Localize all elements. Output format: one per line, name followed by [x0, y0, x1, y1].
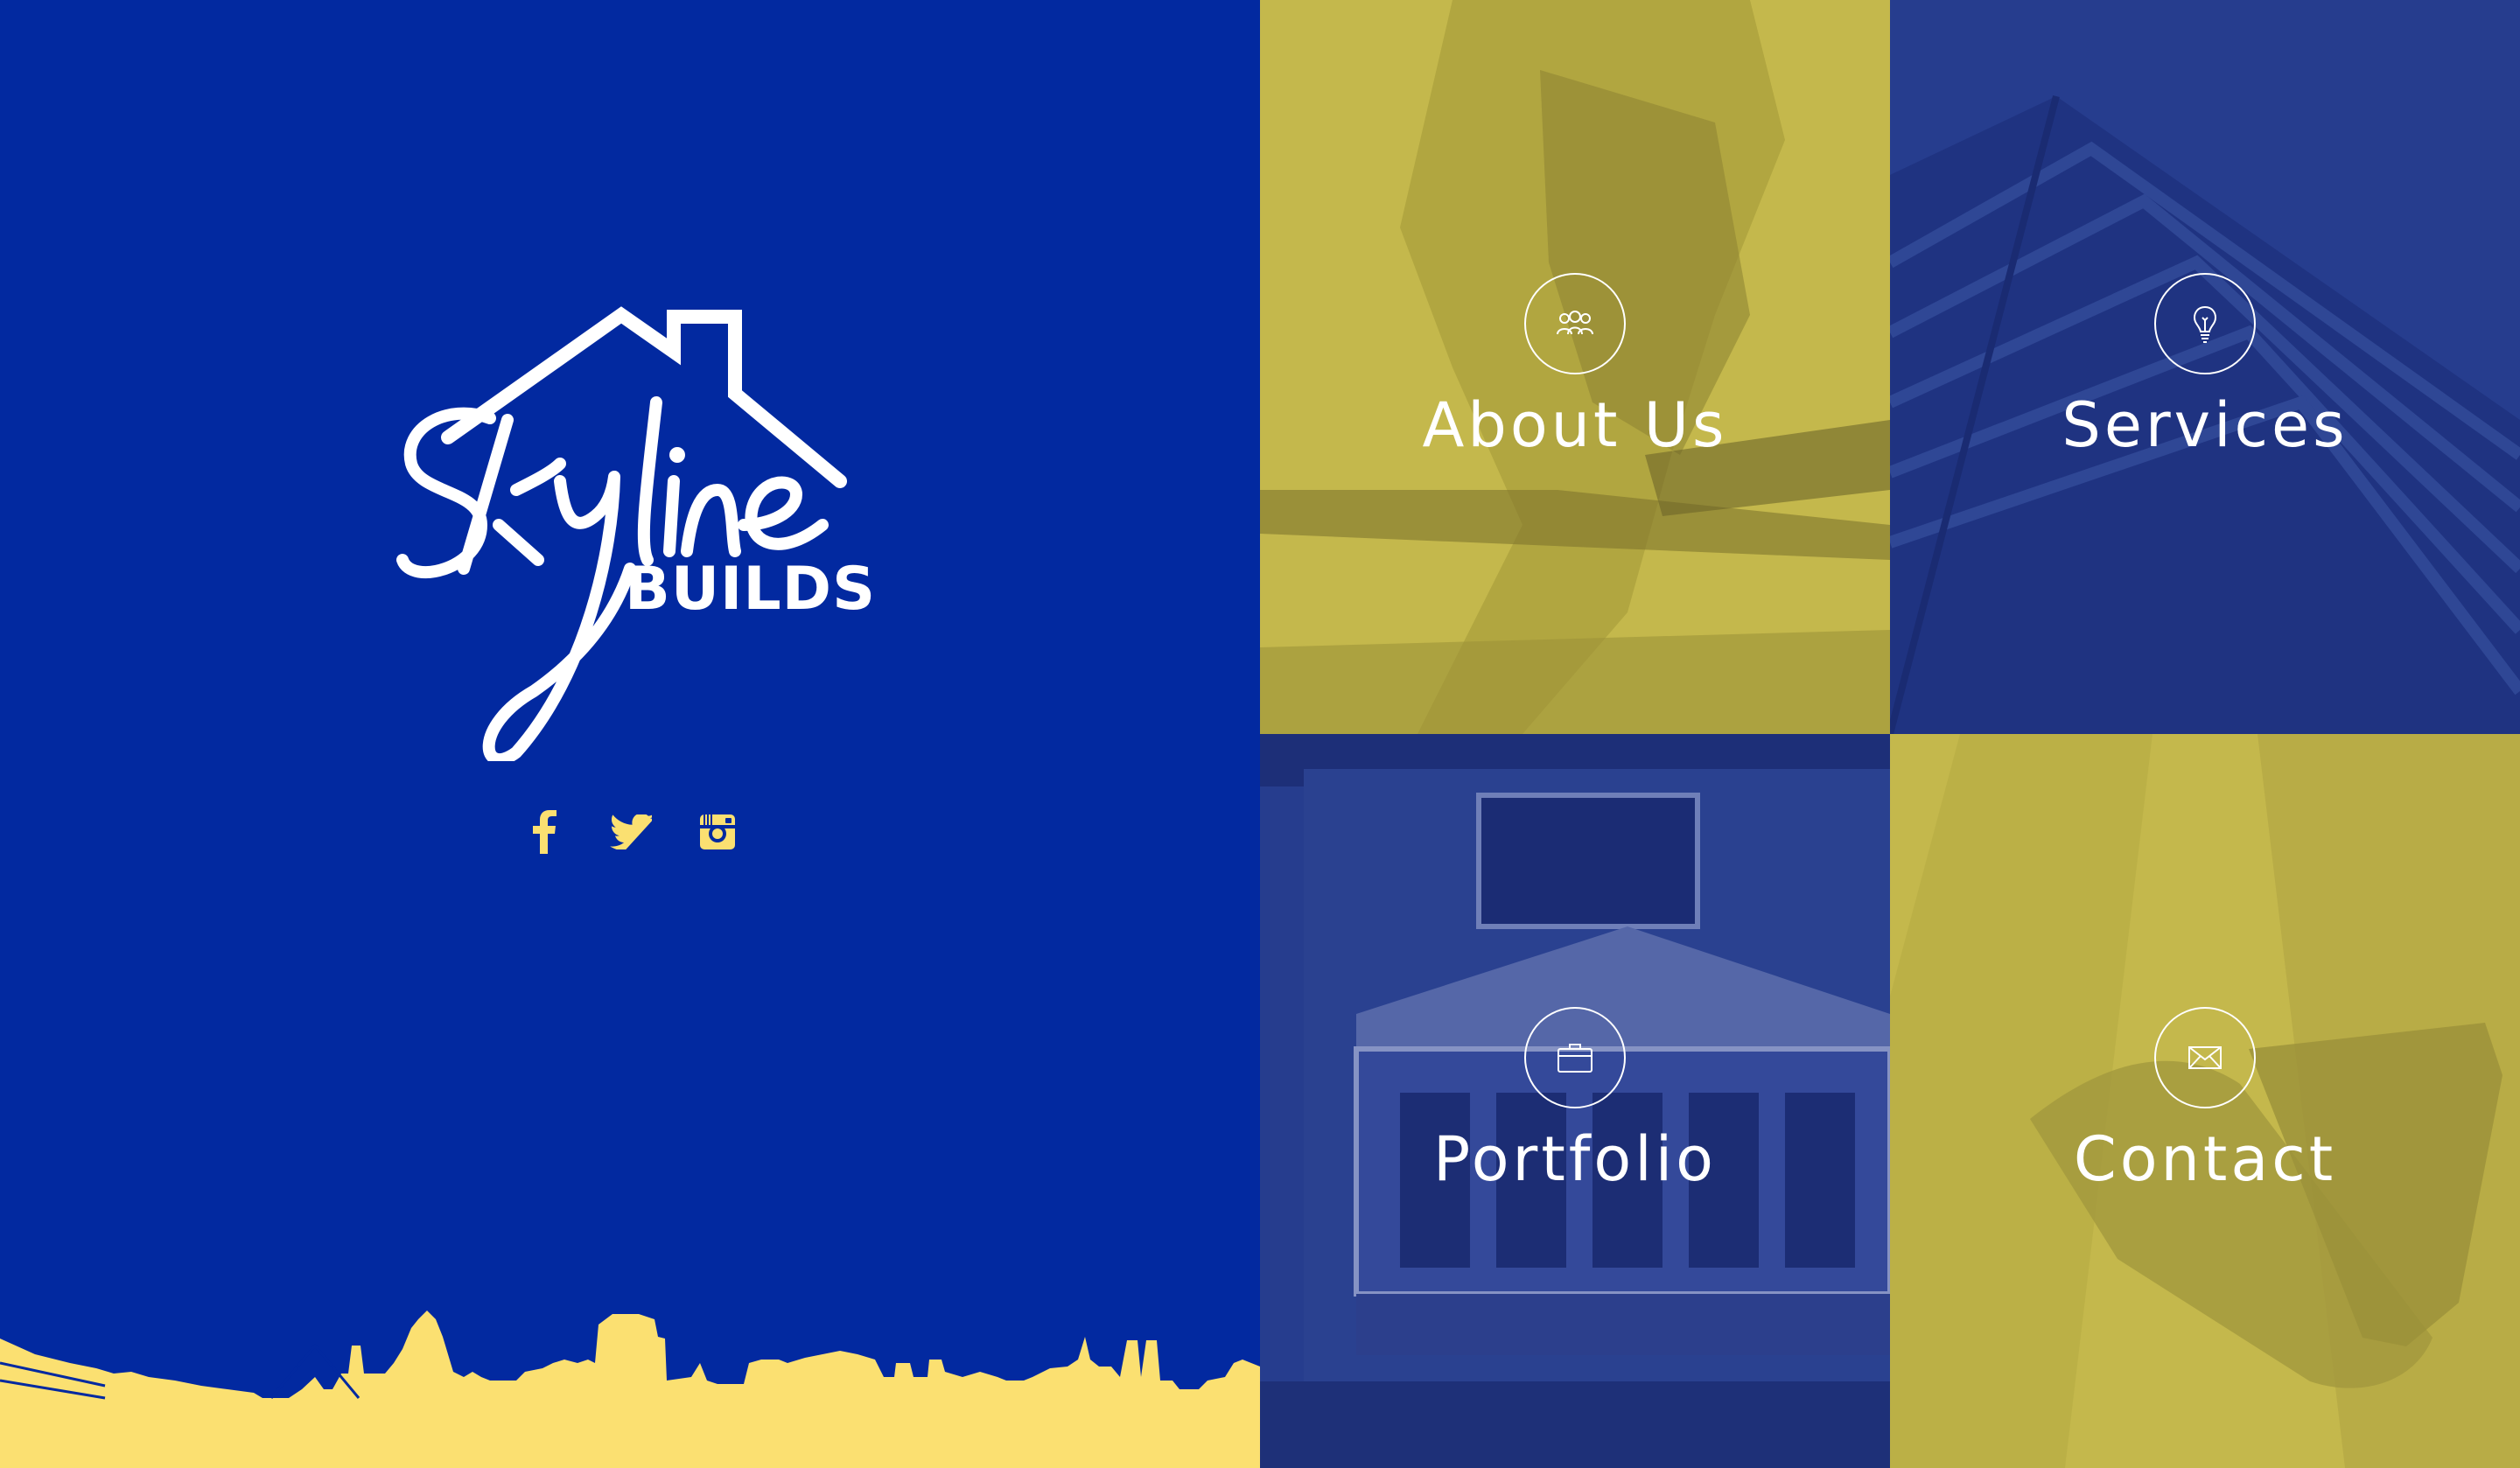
- tile-content: Contact: [1890, 1007, 2520, 1196]
- tile-label: Services: [2062, 389, 2348, 461]
- tile-label: Portfolio: [1433, 1123, 1717, 1195]
- twitter-link[interactable]: [608, 809, 654, 855]
- skyline-silhouette: [0, 1311, 1260, 1468]
- tile-label: About Us: [1422, 389, 1728, 461]
- instagram-link[interactable]: [695, 809, 740, 855]
- tile-content: Services: [1890, 273, 2520, 462]
- tile-portfolio[interactable]: Portfolio: [1260, 734, 1890, 1468]
- logo-artwork: [396, 306, 847, 761]
- envelope-icon: [2154, 1007, 2256, 1108]
- left-panel: Skyline BUILDS: [0, 0, 1260, 1468]
- page: Skyline BUILDS: [0, 0, 2520, 1468]
- tile-services[interactable]: Services: [1890, 0, 2520, 734]
- tile-contact[interactable]: Contact: [1890, 734, 2520, 1468]
- facebook-link[interactable]: [522, 809, 567, 855]
- skyline-builds-logo[interactable]: Skyline BUILDS: [385, 306, 875, 761]
- instagram-icon: [700, 814, 735, 849]
- briefcase-icon: [1524, 1007, 1626, 1108]
- logo-script-word: Skyline: [385, 761, 386, 762]
- logo-builds-word: BUILDS: [625, 555, 877, 624]
- facebook-icon: [533, 810, 556, 854]
- city-skyline: [0, 1293, 1260, 1468]
- tile-content: About Us: [1260, 273, 1890, 462]
- lightbulb-icon: [2154, 273, 2256, 374]
- twitter-icon: [610, 814, 652, 849]
- tile-label: Contact: [2073, 1123, 2337, 1195]
- people-icon: [1524, 273, 1626, 374]
- tile-content: Portfolio: [1260, 1007, 1890, 1196]
- social-links: [522, 805, 740, 859]
- tile-about-us[interactable]: About Us: [1260, 0, 1890, 734]
